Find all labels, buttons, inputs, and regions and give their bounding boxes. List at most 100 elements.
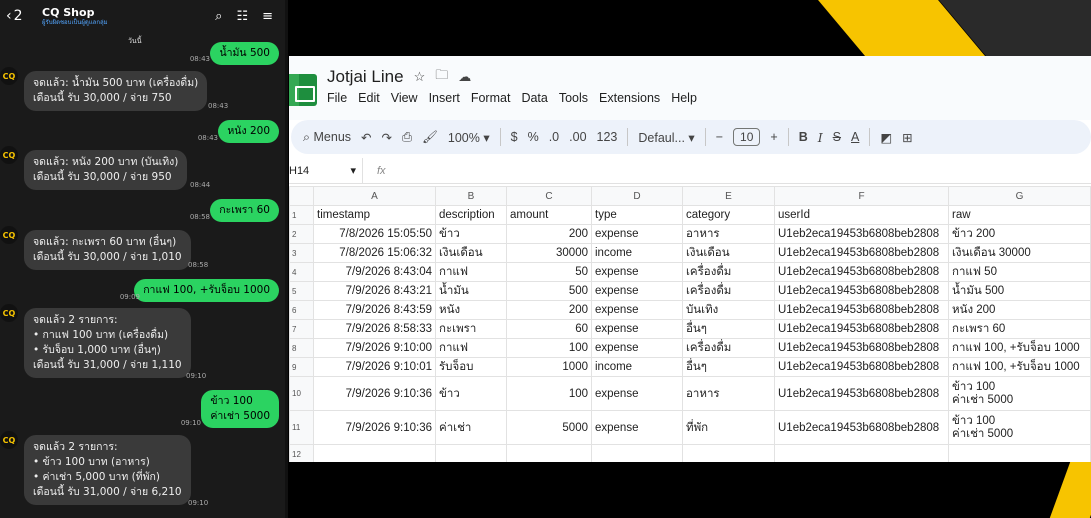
cell[interactable]: expense [591, 281, 683, 301]
number-format-button[interactable]: 123 [597, 130, 618, 144]
print-icon[interactable]: ⎙ [402, 130, 412, 145]
borders-icon[interactable]: ⊞ [902, 130, 912, 145]
cell[interactable]: expense [591, 376, 683, 411]
cell[interactable]: อื่นๆ [682, 357, 775, 377]
cell[interactable]: เงินเดือน [435, 243, 507, 263]
menu-item-insert[interactable]: Insert [429, 91, 460, 105]
cell[interactable]: กาแฟ [435, 262, 507, 282]
row-header[interactable]: 11 [289, 410, 314, 445]
cell[interactable]: น้ำมัน [435, 281, 507, 301]
cell[interactable]: 7/9/2026 9:10:36 [313, 410, 436, 445]
cell[interactable]: expense [591, 338, 683, 358]
cell[interactable]: เงินเดือน 30000 [948, 243, 1091, 263]
table-row[interactable]: 1 timestamp description amount type category u… [289, 205, 1091, 225]
menu-item-extensions[interactable]: Extensions [599, 91, 660, 105]
table-row[interactable]: 3 7/8/2026 15:06:32 เงินเดือน 30000 income เง… [289, 243, 1091, 263]
text-color-icon[interactable]: A [851, 130, 859, 144]
cell-grid[interactable]: ABCDEFG 1 timestamp description amount type c… [289, 186, 1091, 462]
bot-avatar[interactable]: CQ [0, 431, 18, 449]
search-icon[interactable]: ⌕ [215, 9, 222, 24]
table-row[interactable]: 7 7/9/2026 8:58:33 กะเพรา 60 expense อื่นๆ U1e… [289, 319, 1091, 339]
undo-icon[interactable]: ↶ [361, 130, 371, 145]
cell[interactable]: หนัง 200 [948, 300, 1091, 320]
cell[interactable]: timestamp [313, 205, 436, 225]
menu-item-file[interactable]: File [327, 91, 347, 105]
star-icon[interactable]: ☆ [414, 69, 426, 85]
cell[interactable]: U1eb2eca19453b6808beb2808 [774, 410, 949, 445]
font-select[interactable]: Defaul... ▾ [638, 130, 694, 145]
font-size-input[interactable]: 10 [733, 128, 761, 146]
table-row[interactable]: 11 7/9/2026 9:10:36 ค่าเช่า 5000 expense ที่พ… [289, 410, 1091, 445]
cell[interactable]: เครื่องดื่ม [682, 281, 775, 301]
received-message[interactable]: จดแล้ว: กะเพรา 60 บาท (อื่นๆ) เดือนนี้ ร… [24, 230, 191, 270]
cell[interactable]: หนัง [435, 300, 507, 320]
menu-item-data[interactable]: Data [521, 91, 547, 105]
back-button[interactable]: ‹ 2 [6, 8, 42, 24]
cell[interactable]: 500 [506, 281, 592, 301]
table-row[interactable]: 8 7/9/2026 9:10:00 กาแฟ 100 expense เครื่องดื… [289, 338, 1091, 358]
move-folder-icon[interactable]: 🗀 [435, 66, 448, 88]
cell[interactable]: 7/9/2026 8:43:21 [313, 281, 436, 301]
document-title[interactable]: Jotjai Line [327, 67, 404, 87]
column-header-a[interactable]: A [313, 186, 436, 206]
cell[interactable]: เครื่องดื่ม [682, 262, 775, 282]
cell[interactable]: กะเพรา 60 [948, 319, 1091, 339]
cell[interactable]: ที่พัก [682, 410, 775, 445]
cell[interactable] [506, 444, 592, 462]
percent-button[interactable]: % [528, 130, 539, 144]
cell[interactable] [948, 444, 1091, 462]
font-size-decrease-icon[interactable]: − [716, 130, 723, 144]
cell[interactable]: กาแฟ 50 [948, 262, 1091, 282]
cell[interactable]: 7/8/2026 15:05:50 [313, 224, 436, 244]
column-header-d[interactable]: D [591, 186, 683, 206]
cell[interactable]: 7/8/2026 15:06:32 [313, 243, 436, 263]
cell[interactable]: 100 [506, 338, 592, 358]
menu-item-view[interactable]: View [391, 91, 418, 105]
received-message[interactable]: จดแล้ว: หนัง 200 บาท (บันเทิง) เดือนนี้ … [24, 150, 188, 190]
row-header[interactable]: 5 [289, 281, 314, 301]
cell[interactable]: amount [506, 205, 592, 225]
bot-avatar[interactable]: CQ [0, 146, 18, 164]
cell[interactable]: expense [591, 410, 683, 445]
menu-icon[interactable]: ≡ [262, 9, 273, 24]
zoom-select[interactable]: 100% ▾ [448, 130, 490, 145]
cell[interactable]: 7/9/2026 8:43:59 [313, 300, 436, 320]
paint-format-icon[interactable]: 🖌 [422, 130, 438, 145]
cell[interactable]: category [682, 205, 775, 225]
cell[interactable] [774, 444, 949, 462]
cell[interactable]: 7/9/2026 9:10:00 [313, 338, 436, 358]
cell[interactable]: type [591, 205, 683, 225]
bot-avatar[interactable]: CQ [0, 304, 18, 322]
cell[interactable]: น้ำมัน 500 [948, 281, 1091, 301]
cell[interactable]: เครื่องดื่ม [682, 338, 775, 358]
cell[interactable]: expense [591, 262, 683, 282]
bot-avatar[interactable]: CQ [0, 67, 18, 85]
cell[interactable]: 60 [506, 319, 592, 339]
row-header[interactable]: 10 [289, 376, 314, 411]
cell[interactable]: U1eb2eca19453b6808beb2808 [774, 243, 949, 263]
data-table[interactable]: ABCDEFG 1 timestamp description amount type c… [289, 186, 1091, 462]
name-box[interactable]: H14 ▾ [289, 157, 363, 184]
chat-title-block[interactable]: CQ Shop ผู้รับผิดชอบเป็นผู้ดูแลกลุ่ม [42, 6, 215, 27]
row-header[interactable]: 7 [289, 319, 314, 339]
cell[interactable]: อาหาร [682, 376, 775, 411]
cell[interactable]: 7/9/2026 9:10:01 [313, 357, 436, 377]
cell[interactable]: กาแฟ [435, 338, 507, 358]
cell[interactable]: อื่นๆ [682, 319, 775, 339]
table-row[interactable]: 10 7/9/2026 9:10:36 ข้าว 100 expense อาหาร U1e… [289, 376, 1091, 411]
cell[interactable]: ค่าเช่า [435, 410, 507, 445]
row-header[interactable]: 4 [289, 262, 314, 282]
decrease-decimal-button[interactable]: .0 [549, 130, 559, 144]
cell[interactable]: 200 [506, 300, 592, 320]
sent-message[interactable]: ข้าว 100 ค่าเช่า 5000 [201, 390, 279, 428]
increase-decimal-button[interactable]: .00 [569, 130, 586, 144]
table-row[interactable]: 12 [289, 444, 1091, 462]
cell[interactable]: ข้าว 200 [948, 224, 1091, 244]
cell[interactable]: กะเพรา [435, 319, 507, 339]
table-row[interactable]: 2 7/8/2026 15:05:50 ข้าว 200 expense อาหาร U1e… [289, 224, 1091, 244]
cell[interactable]: userId [774, 205, 949, 225]
cell[interactable]: ข้าว 100 ค่าเช่า 5000 [948, 376, 1091, 411]
sent-message[interactable]: กะเพรา 60 [210, 199, 279, 222]
cell[interactable]: 5000 [506, 410, 592, 445]
row-header[interactable]: 3 [289, 243, 314, 263]
